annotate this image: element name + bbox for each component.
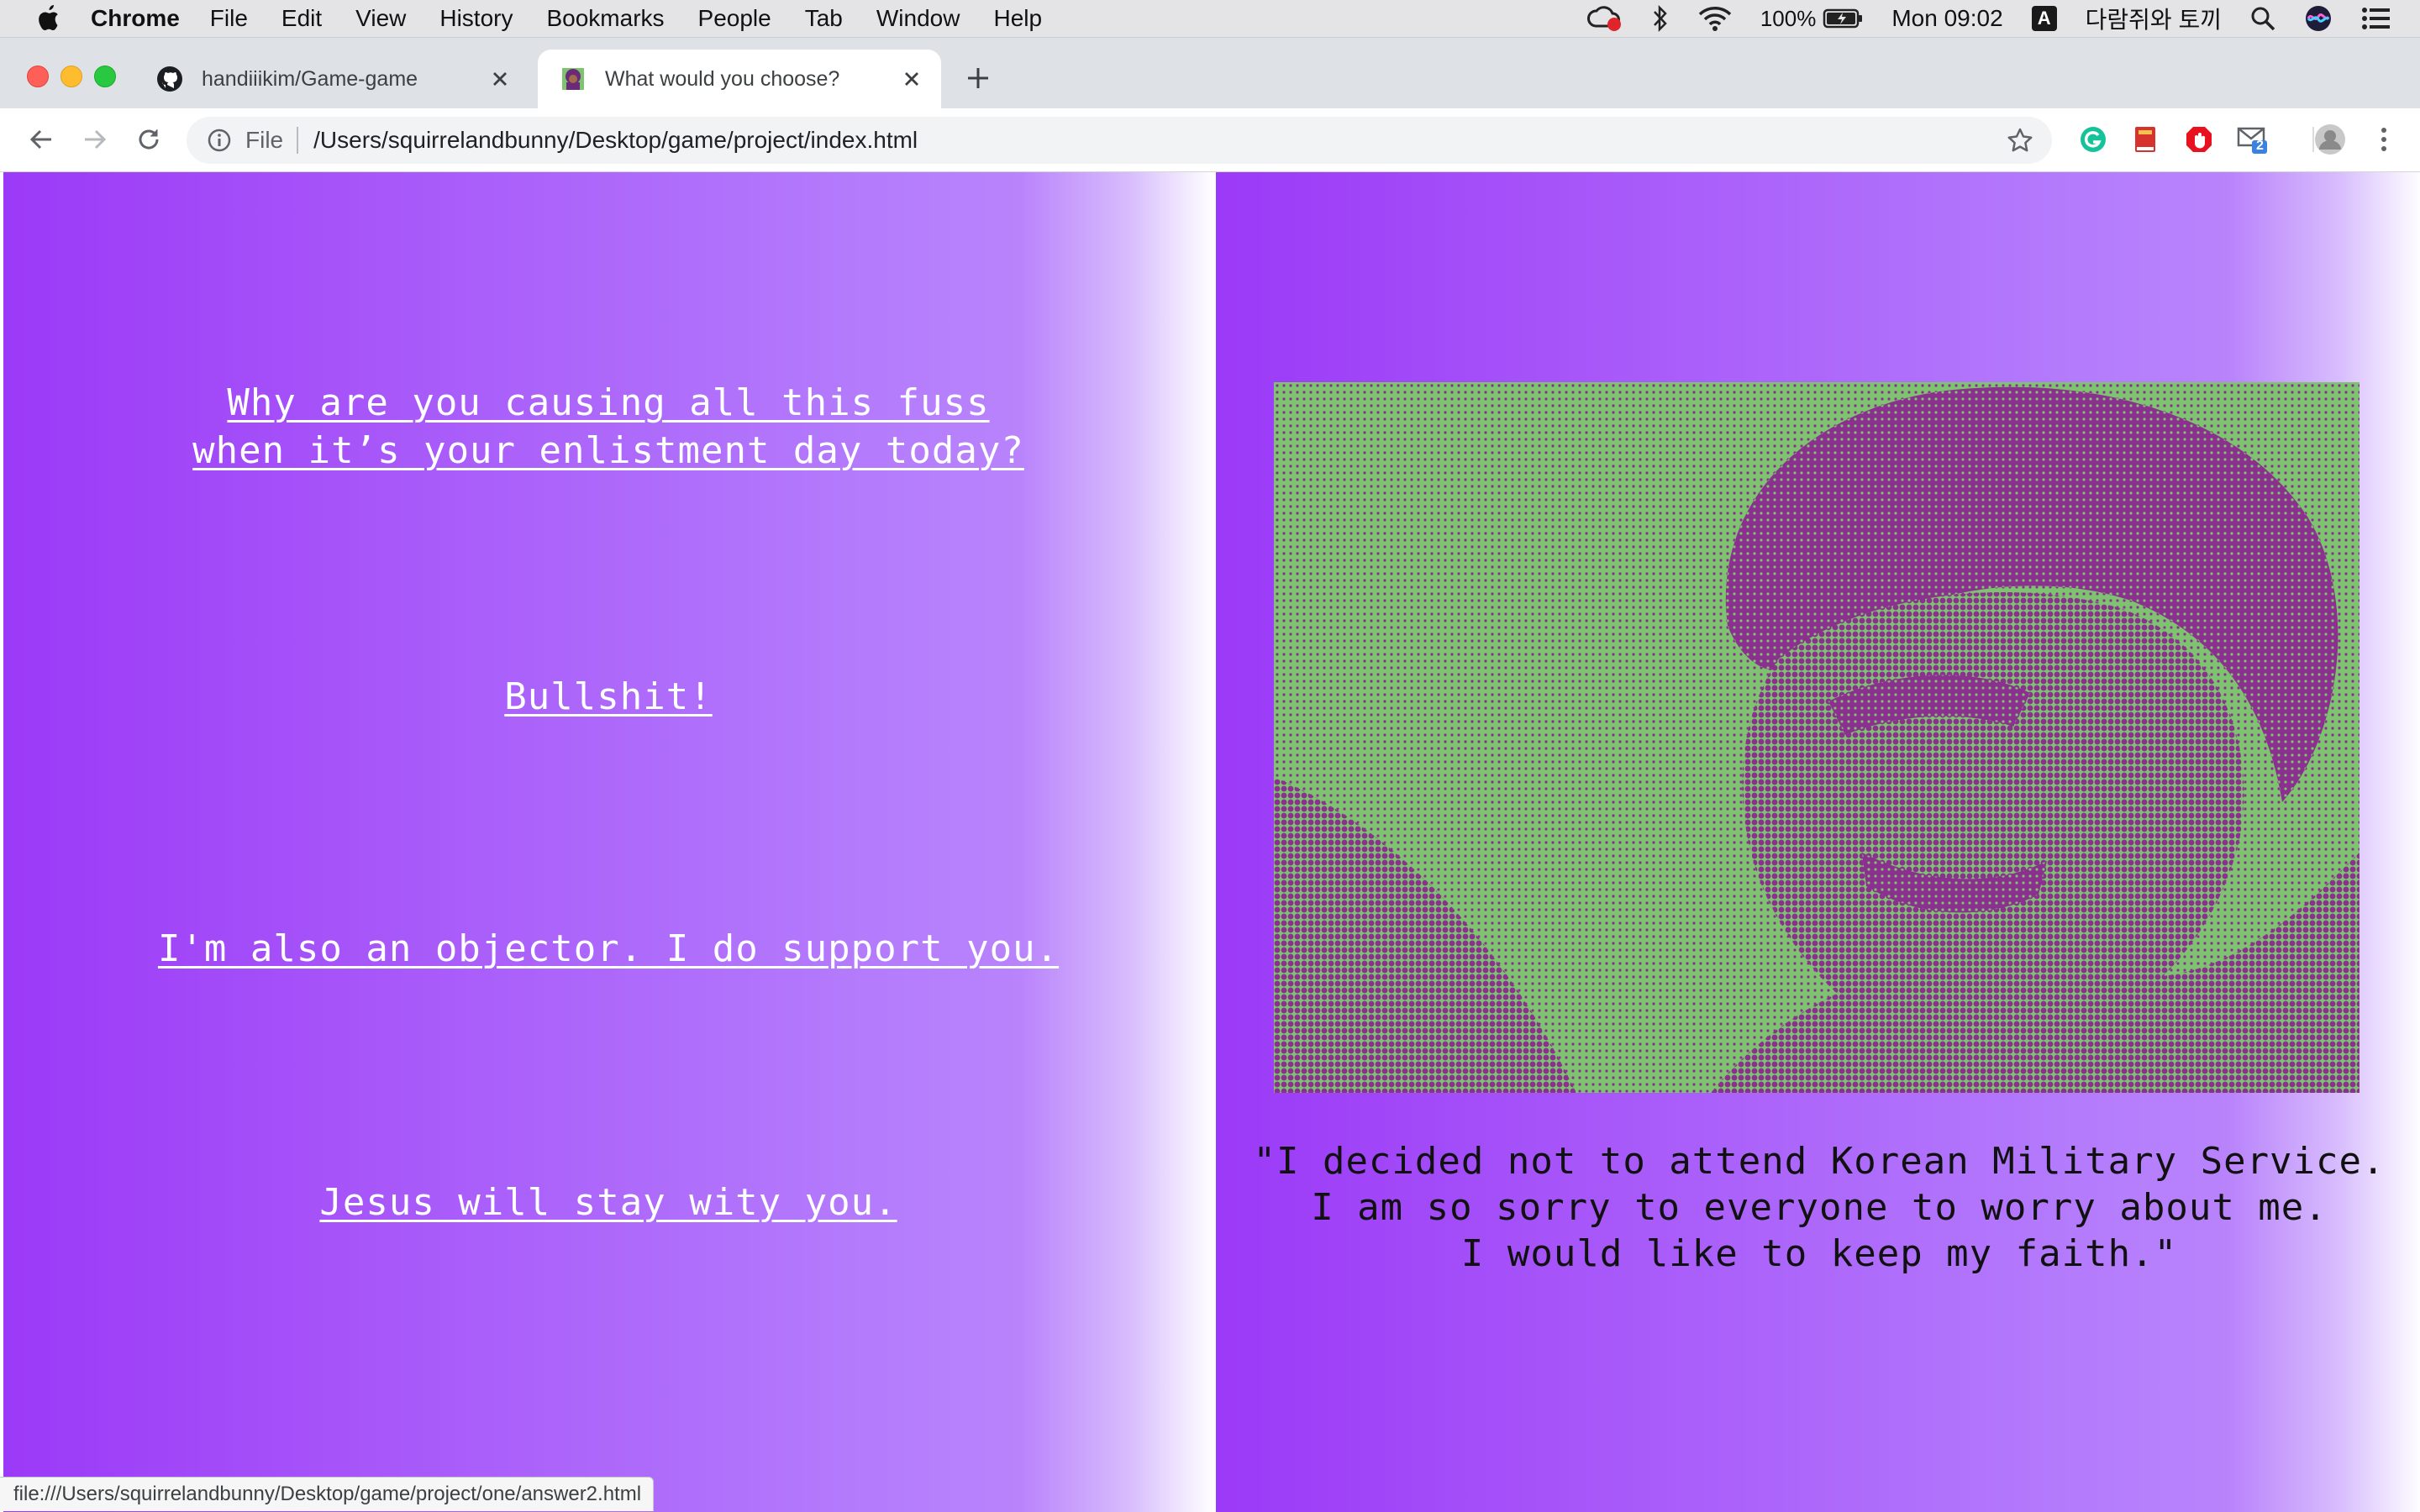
quote-line: I am so sorry to everyone to worry about… bbox=[1311, 1186, 2328, 1229]
tab-close-icon[interactable] bbox=[487, 66, 513, 92]
forward-button[interactable] bbox=[79, 123, 111, 155]
story-quote: "I decided not to attend Korean Military… bbox=[1216, 1138, 2420, 1277]
tab-github-game[interactable]: handiiikim/Game-game bbox=[134, 50, 529, 108]
mail-badge-count: 2 bbox=[2256, 139, 2264, 153]
info-icon[interactable] bbox=[207, 128, 232, 153]
bookmark-star-icon[interactable] bbox=[2007, 127, 2033, 154]
bluetooth-icon[interactable] bbox=[1651, 4, 1670, 33]
siri-icon[interactable] bbox=[2304, 4, 2333, 33]
github-icon bbox=[156, 66, 183, 92]
input-source-indicator[interactable]: A bbox=[2031, 6, 2057, 31]
grammarly-extension-icon[interactable] bbox=[2077, 123, 2109, 155]
story-panel: "I decided not to attend Korean Military… bbox=[1213, 172, 2420, 1512]
menu-tab[interactable]: Tab bbox=[805, 5, 843, 32]
choice-line: Why are you causing all this fuss bbox=[227, 381, 990, 424]
back-button[interactable] bbox=[25, 123, 57, 155]
reload-icon bbox=[139, 129, 159, 150]
spotlight-search-icon[interactable] bbox=[2250, 6, 2275, 31]
choice-link-4[interactable]: Jesus will stay wity you. bbox=[3, 1179, 1213, 1226]
mail-extension-icon[interactable]: 2 bbox=[2237, 123, 2269, 155]
page-viewport: Why are you causing all this fuss when i… bbox=[0, 172, 2420, 1512]
book-extension-icon[interactable] bbox=[2129, 123, 2161, 155]
notification-center-icon[interactable] bbox=[2361, 6, 2391, 31]
menu-history[interactable]: History bbox=[439, 5, 513, 32]
choice-link-1[interactable]: Why are you causing all this fuss when i… bbox=[3, 379, 1213, 475]
menu-help[interactable]: Help bbox=[993, 5, 1042, 32]
menu-people[interactable]: People bbox=[698, 5, 771, 32]
battery-icon[interactable] bbox=[1823, 8, 1863, 29]
menu-edit[interactable]: Edit bbox=[281, 5, 322, 32]
choice-line: Bullshit! bbox=[504, 675, 713, 718]
plus-icon bbox=[968, 68, 988, 88]
tab-close-icon[interactable] bbox=[899, 66, 924, 92]
creative-cloud-icon[interactable] bbox=[1586, 4, 1623, 33]
apple-logo-icon[interactable] bbox=[35, 3, 62, 34]
url-scheme-chip[interactable]: File bbox=[245, 127, 283, 154]
new-tab-button[interactable] bbox=[963, 63, 993, 93]
battery-percent: 100% bbox=[1760, 5, 1817, 31]
choice-link-2[interactable]: Bullshit! bbox=[3, 673, 1213, 721]
link-status-bubble: file:///Users/squirrelandbunny/Desktop/g… bbox=[0, 1477, 655, 1511]
wifi-icon[interactable] bbox=[1698, 5, 1732, 32]
choice-link-3[interactable]: I'm also an objector. I do support you. bbox=[3, 925, 1213, 973]
halftone-portrait-image bbox=[1274, 382, 2360, 1093]
omnibox-divider bbox=[297, 127, 299, 154]
window-minimize-button[interactable] bbox=[60, 66, 82, 87]
profile-avatar-button[interactable] bbox=[2314, 123, 2346, 155]
browser-toolbar: File /Users/squirrelandbunny/Desktop/gam… bbox=[0, 108, 2420, 172]
arrow-right-icon bbox=[85, 129, 107, 150]
url-text[interactable]: /Users/squirrelandbunny/Desktop/game/pro… bbox=[313, 127, 918, 154]
window-zoom-button[interactable] bbox=[94, 66, 116, 87]
menu-window[interactable]: Window bbox=[876, 5, 960, 32]
menu-file[interactable]: File bbox=[210, 5, 248, 32]
address-bar[interactable]: File /Users/squirrelandbunny/Desktop/gam… bbox=[187, 117, 2052, 164]
avatar-favicon bbox=[560, 66, 587, 92]
tab-what-would-you-choose[interactable]: What would you choose? bbox=[538, 50, 941, 108]
status-menus: 100% Mon 09:02 A 다람쥐와 토끼 bbox=[1586, 0, 2420, 37]
adblock-extension-icon[interactable] bbox=[2183, 123, 2215, 155]
menu-bookmarks[interactable]: Bookmarks bbox=[546, 5, 664, 32]
more-vertical-icon bbox=[2381, 128, 2386, 151]
tab-title: What would you choose? bbox=[605, 66, 840, 91]
quote-line: I would like to keep my faith." bbox=[1460, 1232, 2178, 1275]
clock[interactable]: Mon 09:02 bbox=[1891, 5, 2002, 32]
macos-menu-bar: Chrome File Edit View History Bookmarks … bbox=[0, 0, 2420, 38]
tab-strip: handiiikim/Game-game What would you choo… bbox=[0, 38, 2420, 108]
quote-line: "I decided not to attend Korean Military… bbox=[1253, 1140, 2386, 1183]
menu-view[interactable]: View bbox=[355, 5, 406, 32]
tab-title: handiiikim/Game-game bbox=[202, 66, 418, 91]
chrome-menu-button[interactable] bbox=[2368, 123, 2400, 155]
window-close-button[interactable] bbox=[27, 66, 49, 87]
choice-line: Jesus will stay wity you. bbox=[319, 1181, 897, 1224]
choices-panel: Why are you causing all this fuss when i… bbox=[3, 172, 1213, 1512]
avatar bbox=[2315, 124, 2345, 155]
arrow-left-icon bbox=[29, 129, 51, 150]
choice-line: I'm also an objector. I do support you. bbox=[157, 927, 1060, 970]
reload-button[interactable] bbox=[133, 123, 165, 155]
choice-line: when it’s your enlistment day today? bbox=[192, 429, 1024, 472]
app-menu-chrome[interactable]: Chrome bbox=[91, 5, 180, 32]
user-name-menu[interactable]: 다람쥐와 토끼 bbox=[2086, 2, 2222, 35]
